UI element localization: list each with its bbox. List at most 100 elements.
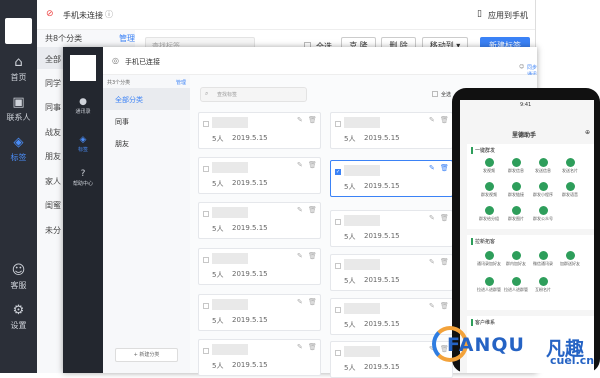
select-all-checkbox[interactable] xyxy=(432,91,438,97)
tag-card[interactable]: 5人 2019.5.15 ✎ 🗑 xyxy=(198,339,321,376)
category-count: 共8个分类 xyxy=(45,34,83,43)
phone-tile[interactable]: 群发语音 xyxy=(550,182,590,198)
category-item[interactable]: 同事 xyxy=(115,117,129,127)
manage-link[interactable]: 管理 xyxy=(176,79,186,86)
add-icon[interactable]: ⊕ xyxy=(585,129,590,136)
edit-icon[interactable]: ✎ xyxy=(429,302,435,310)
phone-tile[interactable]: 加群送好友 xyxy=(550,251,590,267)
service-icon: ☺ xyxy=(11,263,26,278)
bg-header: ⊘ 手机未连接 ⓘ ▯ 应用到手机 xyxy=(37,0,535,30)
edit-icon[interactable]: ✎ xyxy=(429,214,435,222)
category-item[interactable]: 同事 xyxy=(45,102,61,113)
card-checkbox[interactable] xyxy=(335,263,341,269)
category-count: 共3个分类 xyxy=(107,80,131,86)
connected-icon: ◎ xyxy=(112,56,119,65)
card-checkbox[interactable] xyxy=(335,121,341,127)
delete-icon[interactable]: 🗑 xyxy=(440,116,449,124)
edit-icon[interactable]: ✎ xyxy=(297,252,303,260)
tag-card[interactable]: 5人 2019.5.15 ✎ 🗑 xyxy=(198,202,321,239)
nav-home[interactable]: ⌂ 首页 xyxy=(0,56,37,83)
edit-icon[interactable]: ✎ xyxy=(429,258,435,266)
delete-icon[interactable]: 🗑 xyxy=(308,206,317,214)
card-checkbox[interactable] xyxy=(203,257,209,263)
category-item[interactable]: 朋友 xyxy=(115,139,129,149)
home-icon: ⌂ xyxy=(14,55,23,70)
tag-name-redacted xyxy=(212,344,248,355)
green-circle-icon xyxy=(484,251,494,260)
card-checkbox[interactable] xyxy=(203,121,209,127)
tag-card[interactable]: 5人 2019.5.15 ✎ 🗑 xyxy=(198,157,321,194)
delete-icon[interactable]: 🗑 xyxy=(440,164,449,172)
phone-tile[interactable]: 互粉名片 xyxy=(523,277,563,293)
category-item[interactable]: 家人 xyxy=(45,176,61,187)
card-checkbox[interactable] xyxy=(203,303,209,309)
tag-card[interactable]: 5人 2019.5.15 ✎ 🗑 xyxy=(198,248,321,285)
delete-icon[interactable]: 🗑 xyxy=(308,252,317,260)
delete-icon[interactable]: 🗑 xyxy=(308,161,317,169)
tag-name-redacted xyxy=(344,346,380,357)
card-checkbox[interactable] xyxy=(203,166,209,172)
apply-to-phone-link[interactable]: 应用到手机 xyxy=(488,10,528,21)
tag-card[interactable]: 5人 2019.5.15 ✎ 🗑 xyxy=(330,254,453,291)
edit-icon[interactable]: ✎ xyxy=(429,116,435,124)
tag-name-redacted xyxy=(212,162,248,173)
delete-icon[interactable]: 🗑 xyxy=(440,302,449,310)
tag-card[interactable]: 5人 2019.5.15 ✎ 🗑 xyxy=(330,298,453,335)
edit-icon[interactable]: ✎ xyxy=(297,343,303,351)
edit-icon[interactable]: ✎ xyxy=(297,206,303,214)
edit-icon[interactable]: ✎ xyxy=(297,161,303,169)
fg-sidebar: ● 通讯录 ◈ 标签 ? 帮助中心 xyxy=(63,47,103,373)
tag-card[interactable]: 5人 2019.5.15 ✎ 🗑 xyxy=(198,294,321,331)
delete-icon[interactable]: 🗑 xyxy=(308,116,317,124)
card-checkbox[interactable] xyxy=(335,307,341,313)
avatar[interactable] xyxy=(70,55,96,81)
fg-search-input[interactable]: 查找标签 xyxy=(200,87,307,102)
category-item[interactable]: 闺蜜 xyxy=(45,200,61,211)
category-item[interactable]: 全部分类 xyxy=(115,95,143,105)
nav-service[interactable]: ☺ 客服 xyxy=(0,264,37,291)
category-item[interactable]: 全部 xyxy=(45,54,61,65)
card-checkbox[interactable] xyxy=(203,348,209,354)
green-circle-icon xyxy=(538,251,548,260)
nav-contacts[interactable]: ▣ 联系人 xyxy=(0,96,37,123)
category-item[interactable]: 朋友 xyxy=(45,151,61,162)
category-item[interactable]: 战友 xyxy=(45,127,61,138)
category-item[interactable]: 同学 xyxy=(45,78,61,89)
green-circle-icon xyxy=(538,277,548,286)
green-circle-icon xyxy=(484,277,494,286)
edit-icon[interactable]: ✎ xyxy=(297,298,303,306)
green-circle-icon xyxy=(538,182,548,191)
delete-icon[interactable]: 🗑 xyxy=(308,298,317,306)
select-all-label: 全选 xyxy=(441,92,452,98)
category-item[interactable]: 未分 xyxy=(45,225,61,236)
nav-settings[interactable]: ⚙ 设置 xyxy=(0,304,37,331)
green-circle-icon xyxy=(484,182,494,191)
tag-name-redacted xyxy=(344,303,380,314)
card-checkbox[interactable] xyxy=(203,211,209,217)
nav-help[interactable]: ? 帮助中心 xyxy=(63,169,103,187)
nav-tags[interactable]: ◈ 标签 xyxy=(63,135,103,153)
edit-icon[interactable]: ✎ xyxy=(297,116,303,124)
nav-contacts[interactable]: ● 通讯录 xyxy=(63,97,103,115)
info-icon[interactable]: ⓘ xyxy=(105,9,113,20)
manage-link[interactable]: 管理 xyxy=(119,33,135,44)
card-checkbox[interactable] xyxy=(335,219,341,225)
new-category-button[interactable]: + 新建分类 xyxy=(115,348,178,362)
tag-card[interactable]: 5人 2019.5.15 ✎ 🗑 xyxy=(330,112,453,149)
phone-section-broadcast: 一键群发 发视频 群发信息 发送信息 发送名片 群发视频 群发链接 群发小程序 … xyxy=(467,144,594,229)
nav-tags[interactable]: ◈ 标签 xyxy=(0,136,37,163)
delete-icon[interactable]: 🗑 xyxy=(308,343,317,351)
phone-tile[interactable]: 发送名片 xyxy=(550,158,590,174)
tag-card[interactable]: 5人 2019.5.15 ✎ 🗑 xyxy=(198,112,321,149)
bg-sidebar: ⌂ 首页 ▣ 联系人 ◈ 标签 ☺ 客服 ⚙ 设置 xyxy=(0,0,37,373)
delete-icon[interactable]: 🗑 xyxy=(440,214,449,222)
green-circle-icon xyxy=(538,206,548,215)
tag-card-selected[interactable]: ✓ 5人 2019.5.15 ✎ 🗑 xyxy=(330,160,453,197)
tag-card[interactable]: 5人 2019.5.15 ✎ 🗑 xyxy=(330,210,453,247)
phone-tile[interactable]: 群发公众号 xyxy=(523,206,563,222)
card-checkbox[interactable] xyxy=(335,350,341,356)
edit-icon[interactable]: ✎ xyxy=(429,164,435,172)
delete-icon[interactable]: 🗑 xyxy=(440,258,449,266)
avatar[interactable] xyxy=(5,18,32,44)
card-checkbox-checked[interactable]: ✓ xyxy=(335,169,341,175)
